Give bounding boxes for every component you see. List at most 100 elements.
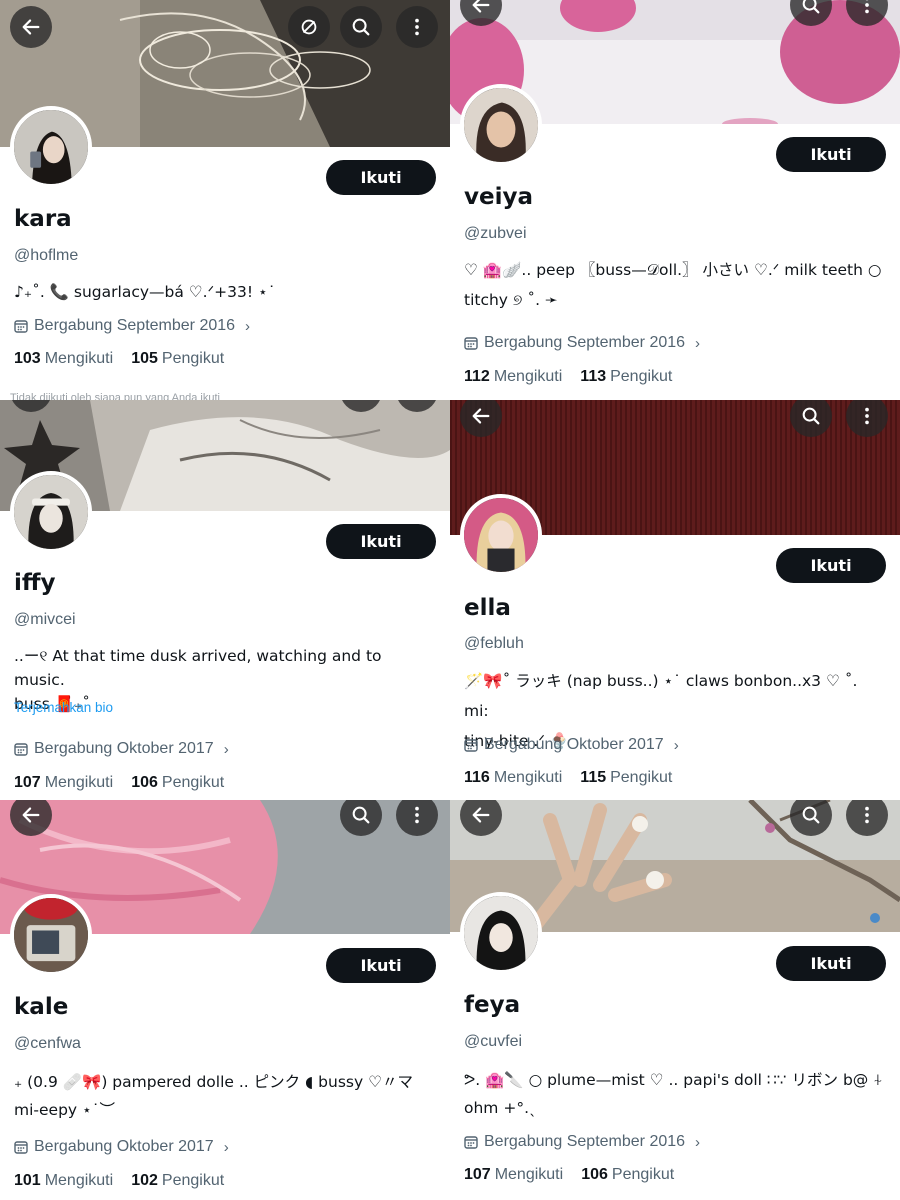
chevron-right-icon: › [695, 334, 701, 352]
join-date[interactable]: Bergabung September 2016 › [14, 317, 250, 335]
profile-name: kara [14, 206, 72, 232]
join-date-text: Bergabung Oktober 2017 [34, 740, 214, 757]
join-date-text: Bergabung Oktober 2017 [34, 1138, 214, 1155]
avatar[interactable] [10, 471, 92, 553]
more-vertical-icon [865, 0, 869, 14]
translate-bio-link[interactable]: Terjemahkan bio [14, 700, 113, 715]
search-icon [802, 0, 820, 14]
profile-handle: @zubvei [464, 225, 527, 242]
avatar[interactable] [460, 892, 542, 974]
back-arrow-icon [472, 807, 490, 823]
profile-bio: ♡ 🏩🪽.. peep 〖buss—𝒟oll.〗 小さい ♡.ᐟ milk te… [464, 261, 882, 309]
follow-button[interactable]: Ikuti [326, 948, 436, 983]
profile-bio: ₊ (0.9 🩹🎀) pampered dolle .. ピンク ◖ bussy… [14, 1073, 413, 1119]
calendar-icon [14, 1141, 28, 1154]
profile-card-kara: Ikuti kara @hoflme ♪₊˚. 📞 sugarlacy—bá ♡… [0, 0, 450, 400]
join-date-text: Bergabung September 2016 [484, 334, 686, 351]
profile-card-iffy: Ikuti iffy @mivcei ..ー୧ At that time dus… [0, 400, 450, 800]
profile-name: feya [464, 992, 521, 1018]
follow-button[interactable]: Ikuti [326, 524, 436, 559]
follow-button[interactable]: Ikuti [776, 548, 886, 583]
calendar-icon [14, 743, 28, 756]
back-arrow-icon [472, 0, 490, 13]
chevron-right-icon: › [223, 1138, 229, 1156]
profile-bio: ᕗ. 🏩🔪 ○ plume—mist ♡ .. papi's doll ∷∵ リ… [464, 1071, 883, 1117]
following-count[interactable]: 103 Mengikuti [14, 350, 113, 368]
profile-handle: @cuvfei [464, 1033, 523, 1050]
chevron-right-icon: › [695, 1133, 701, 1151]
follow-stats: 101 Mengikuti 102 Pengikut [14, 1172, 224, 1190]
profile-name: ella [464, 595, 511, 621]
avatar[interactable] [10, 894, 92, 976]
back-arrow-icon [20, 400, 42, 402]
chevron-right-icon: › [673, 736, 679, 754]
back-arrow-icon [472, 408, 490, 424]
chevron-right-icon: › [223, 740, 229, 758]
profile-card-ella: Ikuti ella @febluh 🪄🎀˚ ラッキ (nap buss..) … [450, 400, 900, 800]
avatar[interactable] [10, 106, 92, 188]
profile-name: iffy [14, 570, 56, 596]
followers-count[interactable]: 105 Pengikut [131, 350, 224, 368]
profile-grid: Ikuti kara @hoflme ♪₊˚. 📞 sugarlacy—bá ♡… [0, 0, 900, 1200]
following-count[interactable]: 101 Mengikuti [14, 1172, 113, 1190]
follow-stats: 103 Mengikuti 105 Pengikut [14, 350, 224, 368]
retweet-off-button[interactable] [288, 6, 330, 48]
followed-by-note: Tidak diikuti oleh siapa pun yang Anda i… [10, 392, 220, 400]
retweet-off-icon [301, 19, 317, 35]
search-icon [352, 806, 370, 824]
following-count[interactable]: 112 Mengikuti [464, 368, 562, 386]
followers-count[interactable]: 113 Pengikut [580, 368, 672, 386]
avatar[interactable] [460, 84, 542, 166]
more-button[interactable] [396, 6, 438, 48]
more-vertical-icon [415, 806, 419, 824]
profile-card-veiya: Ikuti veiya @zubvei ♡ 🏩🪽.. peep 〖buss—𝒟o… [450, 0, 900, 400]
more-vertical-icon [415, 18, 419, 36]
join-date-text: Bergabung September 2016 [484, 1133, 686, 1150]
calendar-icon [14, 320, 28, 333]
more-vertical-icon [865, 407, 869, 425]
search-button[interactable] [340, 6, 382, 48]
follow-button[interactable]: Ikuti [326, 160, 436, 195]
follow-stats: 116 Mengikuti 115 Pengikut [464, 769, 672, 787]
profile-card-kale: Ikuti kale @cenfwa ₊ (0.9 🩹🎀) pampered d… [0, 800, 450, 1200]
chevron-right-icon: › [245, 317, 251, 335]
join-date[interactable]: Bergabung September 2016 › [464, 1133, 700, 1151]
search-icon [352, 18, 370, 36]
more-vertical-icon [865, 806, 869, 824]
follow-button[interactable]: Ikuti [776, 137, 886, 172]
profile-handle: @mivcei [14, 611, 76, 628]
profile-name: kale [14, 994, 69, 1020]
search-icon [802, 806, 820, 824]
followers-count[interactable]: 115 Pengikut [580, 769, 672, 787]
join-date[interactable]: Bergabung Oktober 2017 › [14, 740, 229, 758]
calendar-icon [464, 1136, 478, 1149]
join-date[interactable]: Bergabung Oktober 2017 › [464, 736, 679, 754]
follow-stats: 112 Mengikuti 113 Pengikut [464, 368, 672, 386]
join-date[interactable]: Bergabung September 2016 › [464, 334, 700, 352]
profile-card-feya: Ikuti feya @cuvfei ᕗ. 🏩🔪 ○ plume—mist ♡ … [450, 800, 900, 1200]
profile-handle: @cenfwa [14, 1035, 81, 1052]
search-icon [802, 407, 820, 425]
avatar[interactable] [460, 494, 542, 576]
profile-bio: ♪₊˚. 📞 sugarlacy—bá ♡.ᐟ+33! ⋆˙ [14, 283, 276, 301]
back-arrow-icon [22, 807, 40, 823]
join-date[interactable]: Bergabung Oktober 2017 › [14, 1138, 229, 1156]
follow-stats: 107 Mengikuti 106 Pengikut [464, 1166, 674, 1184]
followers-count[interactable]: 106 Pengikut [131, 774, 224, 792]
more-vertical-icon [406, 400, 428, 402]
following-count[interactable]: 107 Mengikuti [14, 774, 113, 792]
calendar-icon [464, 337, 478, 350]
follow-stats: 107 Mengikuti 106 Pengikut [14, 774, 224, 792]
profile-handle: @febluh [464, 635, 524, 652]
join-date-text: Bergabung Oktober 2017 [484, 736, 664, 753]
back-arrow-icon [22, 19, 40, 35]
following-count[interactable]: 107 Mengikuti [464, 1166, 563, 1184]
back-button[interactable] [10, 6, 52, 48]
followers-count[interactable]: 102 Pengikut [131, 1172, 224, 1190]
calendar-icon [464, 739, 478, 752]
follow-button[interactable]: Ikuti [776, 946, 886, 981]
followers-count[interactable]: 106 Pengikut [581, 1166, 674, 1184]
profile-name: veiya [464, 184, 533, 210]
profile-handle: @hoflme [14, 247, 79, 264]
following-count[interactable]: 116 Mengikuti [464, 769, 562, 787]
